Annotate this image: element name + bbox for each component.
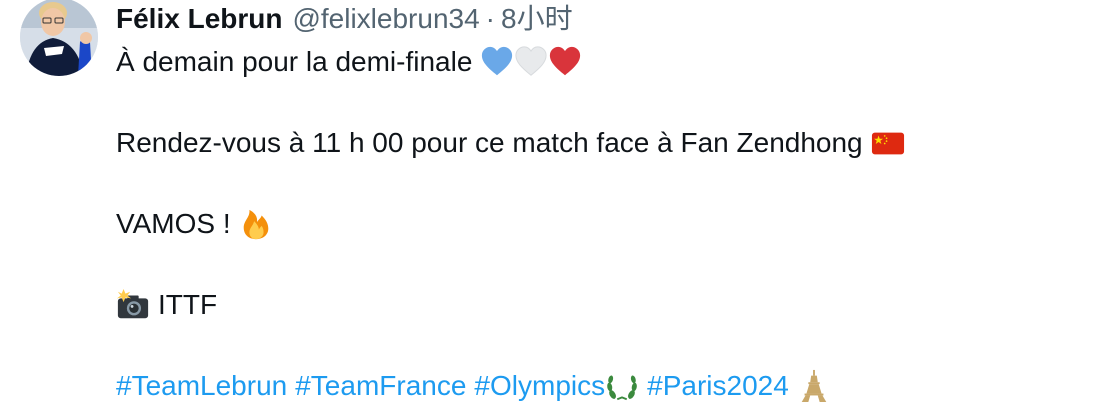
tweet-line-text: Rendez-vous à 11 h 00 pour ce match face… <box>116 127 863 158</box>
hashtag-teamlebrun[interactable]: #TeamLebrun <box>116 366 287 406</box>
tweet-line-text: ITTF <box>158 289 218 320</box>
hashtags-line: #TeamLebrun #TeamFrance #Olympics #Paris… <box>116 366 1096 406</box>
tweet-line: VAMOS ! <box>116 204 1096 244</box>
blue-heart-icon <box>482 46 513 76</box>
tweet-text: À demain pour la demi-finale Rendez-vous… <box>116 42 1096 406</box>
avatar[interactable] <box>20 0 98 76</box>
user-handle[interactable]: @felixlebrun34 <box>292 2 479 36</box>
tweet[interactable]: Félix Lebrun @felixlebrun34 · 8小时 À dema… <box>0 0 1110 410</box>
tweet-line: Rendez-vous à 11 h 00 pour ce match face… <box>116 123 1096 163</box>
eiffel-tower-icon <box>801 369 827 403</box>
tweet-line: ITTF <box>116 285 1096 325</box>
display-name[interactable]: Félix Lebrun <box>116 2 282 36</box>
fire-icon <box>243 209 268 240</box>
white-heart-icon <box>515 46 548 76</box>
hashtag-teamfrance[interactable]: #TeamFrance <box>295 366 466 406</box>
tweet-line: À demain pour la demi-finale <box>116 42 1096 82</box>
hashtag-paris2024[interactable]: #Paris2024 <box>647 366 789 406</box>
timestamp[interactable]: 8小时 <box>501 2 573 36</box>
avatar-photo <box>20 0 98 76</box>
camera-flash-icon <box>116 288 149 319</box>
hashtag-olympics[interactable]: #Olympics <box>474 366 605 406</box>
china-flag-icon <box>871 132 904 155</box>
red-heart-icon <box>550 46 581 76</box>
tweet-header: Félix Lebrun @felixlebrun34 · 8小时 <box>116 2 573 36</box>
olympic-wreath-icon <box>607 375 637 401</box>
separator-dot: · <box>485 3 495 34</box>
tweet-line-text: À demain pour la demi-finale <box>116 46 473 77</box>
tweet-line-text: VAMOS ! <box>116 208 231 239</box>
